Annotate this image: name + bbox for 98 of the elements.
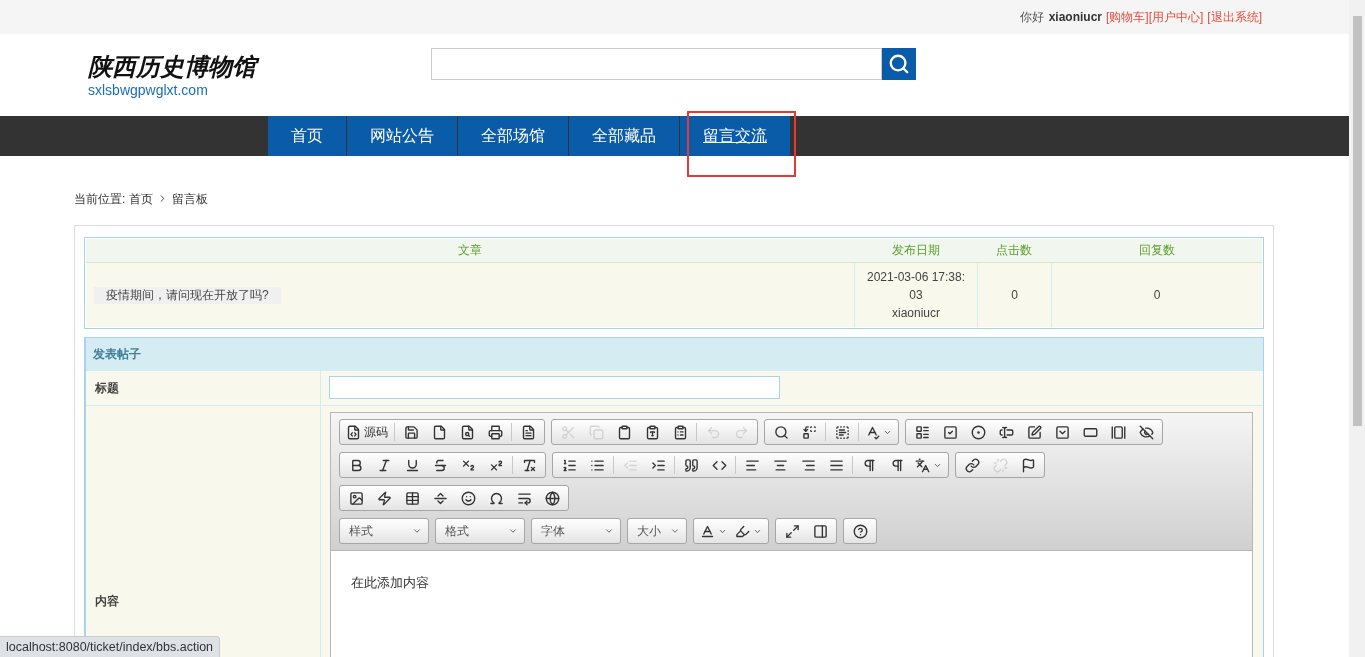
page-break-icon (516, 490, 532, 506)
form-icon (914, 424, 930, 440)
column-header: 回复数 (1137, 242, 1176, 259)
caret-icon (670, 526, 680, 536)
table-cell: 0 (977, 263, 1051, 327)
column-header: 发布日期 (890, 242, 941, 259)
subscript-icon (460, 457, 476, 473)
column-header: 文章 (457, 242, 483, 259)
smiley-icon (460, 490, 476, 506)
save-icon (403, 424, 419, 440)
copy-icon (588, 424, 604, 440)
preview-icon (459, 424, 475, 440)
nav-tab[interactable]: 留言交流 (680, 116, 790, 156)
clipboard-text-icon (644, 424, 660, 440)
replace-icon (801, 424, 817, 440)
image-icon (348, 490, 364, 506)
spellcheck-icon (865, 424, 880, 440)
title-input[interactable] (329, 376, 780, 399)
scrollbar[interactable] (1349, 0, 1365, 657)
nav-tab[interactable]: 全部藏品 (569, 116, 679, 156)
link-icon (964, 457, 980, 473)
print-icon (487, 424, 503, 440)
select-all-icon (834, 424, 850, 440)
editor-dropdown[interactable]: 大小 (627, 518, 687, 544)
search-icon (888, 53, 910, 75)
align-center-icon (772, 457, 788, 473)
username: xiaoniucr (1048, 10, 1102, 24)
clipboard-icon (616, 424, 632, 440)
indent-icon (650, 457, 666, 473)
breadcrumb-label: 当前位置: (74, 191, 126, 208)
field-label: 标题 (86, 371, 321, 405)
nav-tab[interactable]: 全部场馆 (458, 116, 568, 156)
checkbox-icon (942, 424, 958, 440)
pilcrow-icon (861, 457, 877, 473)
align-justify-icon (828, 457, 844, 473)
strikethrough-icon (432, 457, 448, 473)
help-icon (852, 523, 868, 539)
search-field[interactable] (431, 48, 882, 80)
editor-dropdown[interactable]: 样式 (339, 518, 429, 544)
column-header: 点击数 (995, 242, 1033, 259)
editor-dropdown[interactable]: 字体 (531, 518, 621, 544)
editor-dropdown[interactable]: 格式 (435, 518, 525, 544)
form-title: 发表帖子 (86, 338, 1263, 370)
scissors-icon (560, 424, 576, 440)
outdent-icon (622, 457, 638, 473)
table-cell: 0 (1051, 263, 1262, 327)
align-left-icon (744, 457, 760, 473)
quote-icon (683, 457, 699, 473)
greeting-text: 你好 (1019, 8, 1044, 26)
document-icon (520, 424, 536, 440)
clipboard-list-icon (672, 424, 688, 440)
top-link[interactable]: [退出系统] (1207, 8, 1262, 26)
language-icon (915, 457, 930, 473)
caret-icon (508, 526, 518, 536)
post-title-link[interactable]: 疫情期间，请问现在开放了吗? (94, 286, 281, 304)
breadcrumb-link[interactable]: 首页 (129, 191, 154, 208)
top-link[interactable]: [购物车] (1106, 8, 1149, 26)
text-field-icon (998, 424, 1014, 440)
search-icon (773, 424, 789, 440)
page-icon (431, 424, 447, 440)
flag-icon (1020, 457, 1036, 473)
nav-tab[interactable]: 首页 (268, 116, 346, 156)
omega-icon (488, 490, 504, 506)
text-color-icon (700, 523, 715, 539)
nav-tab[interactable]: 网站公告 (347, 116, 457, 156)
top-link[interactable]: [用户中心] (1148, 8, 1204, 26)
date-cell: 2021-03-06 17:38:03 xiaoniucr (854, 263, 977, 327)
redo-icon (733, 424, 749, 440)
flash-icon (376, 490, 392, 506)
italic-icon (376, 457, 392, 473)
highlighter-icon (735, 523, 750, 539)
status-url: localhost:8080/ticket/index/bbs.action (0, 636, 221, 657)
bulleted-list-icon (589, 457, 605, 473)
clear-format-icon (521, 457, 537, 473)
editor-body-text[interactable]: 在此添加内容 (331, 551, 1252, 657)
code-file-icon (346, 424, 361, 440)
caret-icon (604, 526, 614, 536)
caret-icon (412, 526, 422, 536)
pilcrow-icon (889, 457, 905, 473)
align-right-icon (800, 457, 816, 473)
toolbar-button[interactable]: 源码 (342, 421, 392, 443)
search-button[interactable] (882, 48, 916, 80)
superscript-icon (488, 457, 504, 473)
text-area-icon (1026, 424, 1042, 440)
hidden-field-icon (1138, 424, 1154, 440)
unlink-icon (992, 457, 1008, 473)
undo-icon (705, 424, 721, 440)
globe-icon (544, 490, 560, 506)
logo-url: sxlsbwgpwglxt.com (88, 82, 209, 98)
logo-text: 陕西历史博物馆 (88, 52, 431, 82)
maximize-icon (784, 523, 800, 539)
table-icon (404, 490, 420, 506)
select-icon (1054, 424, 1070, 440)
radio-icon (970, 424, 986, 440)
underline-icon (404, 457, 420, 473)
breadcrumb-link[interactable]: 留言板 (172, 191, 209, 208)
numbered-list-icon (561, 457, 577, 473)
horizontal-rule-icon (432, 490, 448, 506)
